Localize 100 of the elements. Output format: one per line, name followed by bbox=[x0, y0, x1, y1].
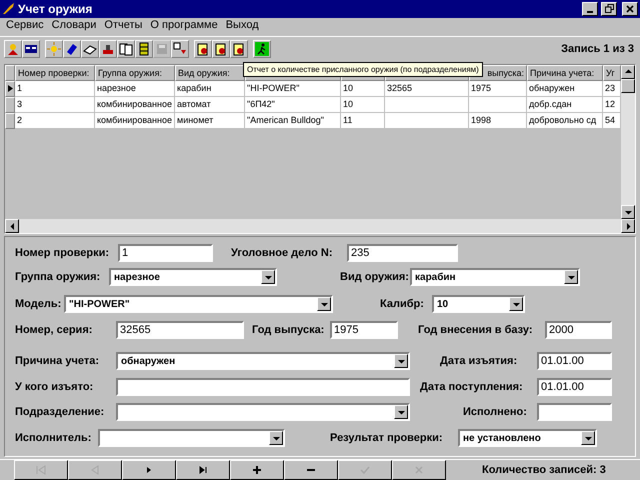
input-field[interactable] bbox=[537, 403, 612, 422]
dropdown-field[interactable]: нарезное bbox=[109, 268, 277, 286]
input-field[interactable]: 01.01.00 bbox=[537, 352, 612, 370]
row-indicator[interactable] bbox=[5, 80, 15, 97]
dropdown-arrow-icon bbox=[584, 434, 592, 442]
toolbar-button[interactable] bbox=[81, 40, 99, 58]
dropdown-arrow-icon bbox=[398, 408, 404, 416]
menu-item[interactable]: О программе bbox=[146, 19, 222, 32]
dropdown-field[interactable]: обнаружен bbox=[116, 352, 410, 370]
dropdown-arrow-icon bbox=[568, 274, 574, 281]
column-header[interactable]: Уг bbox=[603, 64, 621, 81]
vertical-scrollbar[interactable] bbox=[621, 64, 635, 220]
close-button[interactable] bbox=[622, 2, 638, 16]
table-cell: комбинированное bbox=[95, 96, 175, 113]
dropdown-arrow-icon bbox=[320, 300, 328, 308]
field-label: Исполнитель: bbox=[15, 432, 92, 444]
table-cell: "American Bulldog" bbox=[245, 112, 341, 129]
dropdown-field[interactable]: не установлено bbox=[458, 429, 597, 448]
horizontal-scrollbar[interactable] bbox=[5, 219, 635, 234]
field-label: Дата изъятия: bbox=[440, 355, 518, 368]
column-header[interactable]: Группа оружия: bbox=[95, 64, 175, 81]
dropdown-arrow-icon bbox=[398, 358, 404, 365]
dropdown-field[interactable] bbox=[98, 429, 285, 448]
toolbar-button[interactable] bbox=[194, 40, 212, 58]
stack-icon bbox=[137, 42, 151, 56]
table-cell: нарезное bbox=[95, 80, 175, 97]
input-field[interactable]: 1975 bbox=[330, 321, 398, 340]
restore-icon bbox=[604, 4, 614, 14]
scroll-right-button[interactable] bbox=[621, 219, 635, 234]
table-cell: 54 bbox=[603, 112, 621, 129]
scroll-thumb[interactable] bbox=[621, 78, 635, 93]
toolbar-button[interactable] bbox=[22, 40, 40, 58]
dropdown-arrow-icon bbox=[512, 300, 520, 308]
input-field[interactable]: 2000 bbox=[545, 321, 612, 340]
table-cell: 10 bbox=[341, 96, 385, 113]
toolbar-button[interactable] bbox=[99, 40, 117, 58]
dropdown-arrow-icon bbox=[272, 434, 280, 442]
toolbar-button[interactable] bbox=[63, 40, 81, 58]
menu-item[interactable]: Отчеты bbox=[100, 19, 146, 32]
field-label: Исполнено: bbox=[463, 406, 528, 418]
toolbar-button[interactable] bbox=[230, 40, 248, 58]
menu-item[interactable]: Выход bbox=[222, 19, 263, 32]
table-cell: комбинированное bbox=[95, 112, 175, 129]
field-label: Подразделение: bbox=[15, 406, 106, 418]
table-cell: 2 bbox=[15, 112, 95, 129]
navigator-button[interactable] bbox=[122, 460, 176, 480]
pages-icon bbox=[119, 42, 133, 56]
record-count: Количество записей: 3 bbox=[482, 464, 606, 476]
input-field[interactable]: 235 bbox=[347, 244, 458, 262]
field-label: Год внесения в базу: bbox=[418, 324, 534, 336]
export-icon bbox=[173, 42, 187, 56]
table-cell: "HI-POWER" bbox=[245, 80, 341, 97]
tooltip: Отчет о количестве присланного оружия (по подразделениям) bbox=[243, 62, 483, 77]
dropdown-field[interactable]: 10 bbox=[432, 295, 525, 314]
scroll-left-button[interactable] bbox=[5, 219, 19, 234]
toolbar-button[interactable] bbox=[4, 40, 22, 58]
menu-item[interactable]: Сервис bbox=[2, 19, 48, 32]
report-icon bbox=[214, 42, 228, 56]
minimize-button[interactable] bbox=[582, 2, 598, 16]
scroll-down-button[interactable] bbox=[621, 205, 635, 220]
dropdown-field[interactable]: карабин bbox=[410, 268, 580, 286]
table-cell: 10 bbox=[341, 80, 385, 97]
input-field[interactable]: 1 bbox=[118, 244, 213, 262]
table-cell: карабин bbox=[175, 80, 245, 97]
input-field[interactable]: 32565 bbox=[116, 321, 244, 340]
navigator-button[interactable] bbox=[230, 460, 284, 480]
field-label: Калибр: bbox=[380, 298, 425, 310]
dropdown-field[interactable]: "HI-POWER" bbox=[64, 295, 333, 314]
dropdown-arrow-icon bbox=[264, 274, 272, 281]
field-label: Группа оружия: bbox=[15, 271, 102, 284]
scroll-up-button[interactable] bbox=[621, 64, 635, 79]
toolbar-button[interactable] bbox=[117, 40, 135, 58]
table-cell bbox=[469, 96, 527, 113]
navigator-button[interactable] bbox=[284, 460, 338, 480]
input-field[interactable] bbox=[116, 378, 410, 396]
column-header[interactable]: Причина учета: bbox=[527, 64, 603, 81]
table-cell: "6П42" bbox=[245, 96, 341, 113]
field-label: Результат проверки: bbox=[330, 432, 444, 444]
column-header[interactable]: Вид оружия: bbox=[175, 64, 245, 81]
navigator-button[interactable] bbox=[176, 460, 230, 480]
left-arrow-icon bbox=[8, 222, 16, 230]
close-icon bbox=[626, 4, 634, 13]
toolbar-button[interactable] bbox=[212, 40, 230, 58]
toolbar-button[interactable] bbox=[135, 40, 153, 58]
restore-button[interactable] bbox=[601, 2, 617, 16]
table-cell: добр.сдан bbox=[527, 96, 603, 113]
table-cell: 32565 bbox=[385, 80, 469, 97]
field-label: Уголовное дело N: bbox=[231, 247, 334, 260]
menu-item[interactable]: Словари bbox=[48, 19, 100, 32]
column-header[interactable]: Номер проверки: bbox=[15, 64, 95, 81]
input-field[interactable]: 01.01.00 bbox=[537, 378, 612, 396]
dropdown-field[interactable] bbox=[116, 403, 410, 422]
toolbar-button[interactable] bbox=[253, 40, 271, 58]
record-position: Запись 1 из 3 bbox=[561, 43, 634, 56]
field-label: Год выпуска: bbox=[252, 324, 326, 336]
table-cell: обнаружен bbox=[527, 80, 603, 97]
minimize-icon bbox=[587, 10, 593, 13]
person-icon bbox=[6, 42, 20, 56]
toolbar-button[interactable] bbox=[171, 40, 189, 58]
table-cell: 1 bbox=[15, 80, 95, 97]
